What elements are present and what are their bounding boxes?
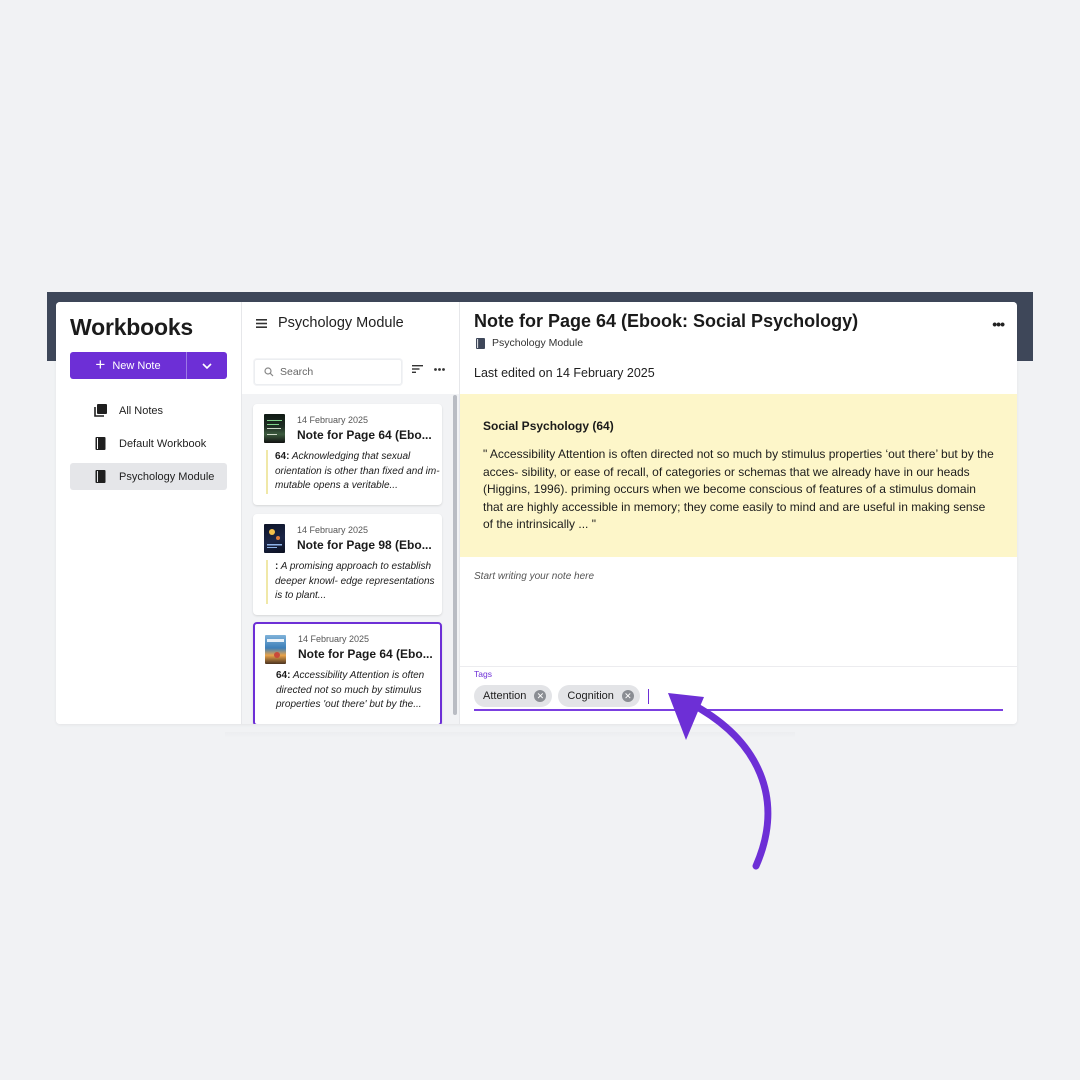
search-icon xyxy=(264,367,274,377)
note-page-ref: 64: xyxy=(276,670,291,681)
note-date: 14 February 2025 xyxy=(297,525,369,535)
note-excerpt: : A promising approach to establish deep… xyxy=(266,560,441,604)
highlight-quote-block: Social Psychology (64) " Accessibility A… xyxy=(460,394,1017,557)
note-excerpt-text: Acknowledging that sexual orientation is… xyxy=(275,451,440,491)
search-input[interactable]: Search xyxy=(254,359,402,385)
note-date: 14 February 2025 xyxy=(297,415,369,425)
list-scrollbar[interactable] xyxy=(453,395,457,715)
list-title: Psychology Module xyxy=(256,315,404,331)
notes-list-pane: Psychology Module Search 14 February 202… xyxy=(241,302,460,724)
tag-chip-attention[interactable]: Attention ✕ xyxy=(474,685,553,707)
tag-label: Attention xyxy=(483,690,527,702)
note-editor[interactable]: Start writing your note here xyxy=(474,571,594,582)
new-note-split-button: + New Note xyxy=(70,352,227,379)
new-note-dropdown-button[interactable] xyxy=(187,352,227,379)
sort-icon[interactable] xyxy=(412,365,423,373)
list-tools xyxy=(412,365,445,373)
more-options-icon[interactable] xyxy=(434,367,445,371)
book-cover-thumbnail xyxy=(264,414,285,443)
text-caret xyxy=(647,688,649,704)
note-excerpt: 64: Accessibility Attention is often dir… xyxy=(267,669,442,713)
tags-input[interactable]: Attention ✕ Cognition ✕ xyxy=(474,683,1003,711)
book-cover-thumbnail xyxy=(265,635,286,664)
sidebar-item-label: Psychology Module xyxy=(119,470,215,483)
note-detail-title: Note for Page 64 (Ebook: Social Psycholo… xyxy=(474,311,859,331)
sidebar-item-default-workbook[interactable]: Default Workbook xyxy=(70,430,227,457)
sidebar-item-psychology-module[interactable]: Psychology Module xyxy=(70,463,227,490)
list-title-text: Psychology Module xyxy=(278,315,404,331)
note-detail-pane: Note for Page 64 (Ebook: Social Psycholo… xyxy=(459,302,1017,724)
note-date: 14 February 2025 xyxy=(298,634,370,644)
stack-icon xyxy=(93,403,108,418)
tag-label: Cognition xyxy=(567,690,614,702)
app-window: Workbooks + New Note All Notes Default W… xyxy=(56,302,1017,724)
note-title: Note for Page 98 (Ebo... xyxy=(297,538,432,552)
quote-text: " Accessibility Attention is often direc… xyxy=(483,447,994,531)
workbooks-sidebar: Workbooks + New Note All Notes Default W… xyxy=(56,302,241,724)
more-options-icon[interactable]: ••• xyxy=(992,316,1005,332)
new-note-button[interactable]: + New Note xyxy=(70,352,186,379)
chevron-down-icon xyxy=(202,362,212,369)
book-icon xyxy=(93,436,108,451)
remove-tag-icon[interactable]: ✕ xyxy=(621,690,634,702)
note-editor-placeholder: Start writing your note here xyxy=(474,571,595,582)
note-title: Note for Page 64 (Ebo... xyxy=(298,647,433,661)
note-title: Note for Page 64 (Ebo... xyxy=(297,428,432,442)
note-card-selected[interactable]: 14 February 2025 Note for Page 64 (Ebo..… xyxy=(253,622,442,724)
plus-icon: + xyxy=(95,355,106,374)
sidebar-title: Workbooks xyxy=(70,314,194,340)
remove-tag-icon[interactable]: ✕ xyxy=(534,690,547,702)
menu-icon[interactable] xyxy=(256,318,267,328)
new-note-label: New Note xyxy=(112,359,161,372)
note-page-ref: 64: xyxy=(275,451,290,462)
note-workbook-link[interactable]: Psychology Module xyxy=(476,337,583,349)
note-excerpt-text: Accessibility Attention is often directe… xyxy=(276,670,425,710)
note-card[interactable]: 14 February 2025 Note for Page 64 (Ebo..… xyxy=(253,404,442,505)
sidebar-item-label: All Notes xyxy=(119,404,164,417)
sidebar-item-label: Default Workbook xyxy=(119,437,207,450)
notes-list-header: Psychology Module Search xyxy=(242,302,460,394)
workbook-nav: All Notes Default Workbook Psychology Mo… xyxy=(70,397,227,496)
last-edited-text: Last edited on 14 February 2025 xyxy=(474,366,655,380)
tags-label: Tags xyxy=(474,669,492,679)
sidebar-item-all-notes[interactable]: All Notes xyxy=(70,397,227,424)
note-card[interactable]: 14 February 2025 Note for Page 98 (Ebo..… xyxy=(253,514,442,615)
shadow-line xyxy=(225,732,795,738)
divider xyxy=(460,666,1017,667)
tag-chip-cognition[interactable]: Cognition ✕ xyxy=(558,685,640,707)
book-icon xyxy=(476,337,485,349)
note-excerpt: 64: Acknowledging that sexual orientatio… xyxy=(266,450,441,494)
search-placeholder: Search xyxy=(280,366,314,378)
quote-heading: Social Psychology (64) xyxy=(483,419,614,433)
book-icon xyxy=(93,469,108,484)
book-cover-thumbnail xyxy=(264,524,285,553)
note-excerpt-text: A promising approach to establish deeper… xyxy=(275,561,435,601)
note-workbook-name: Psychology Module xyxy=(492,337,584,349)
